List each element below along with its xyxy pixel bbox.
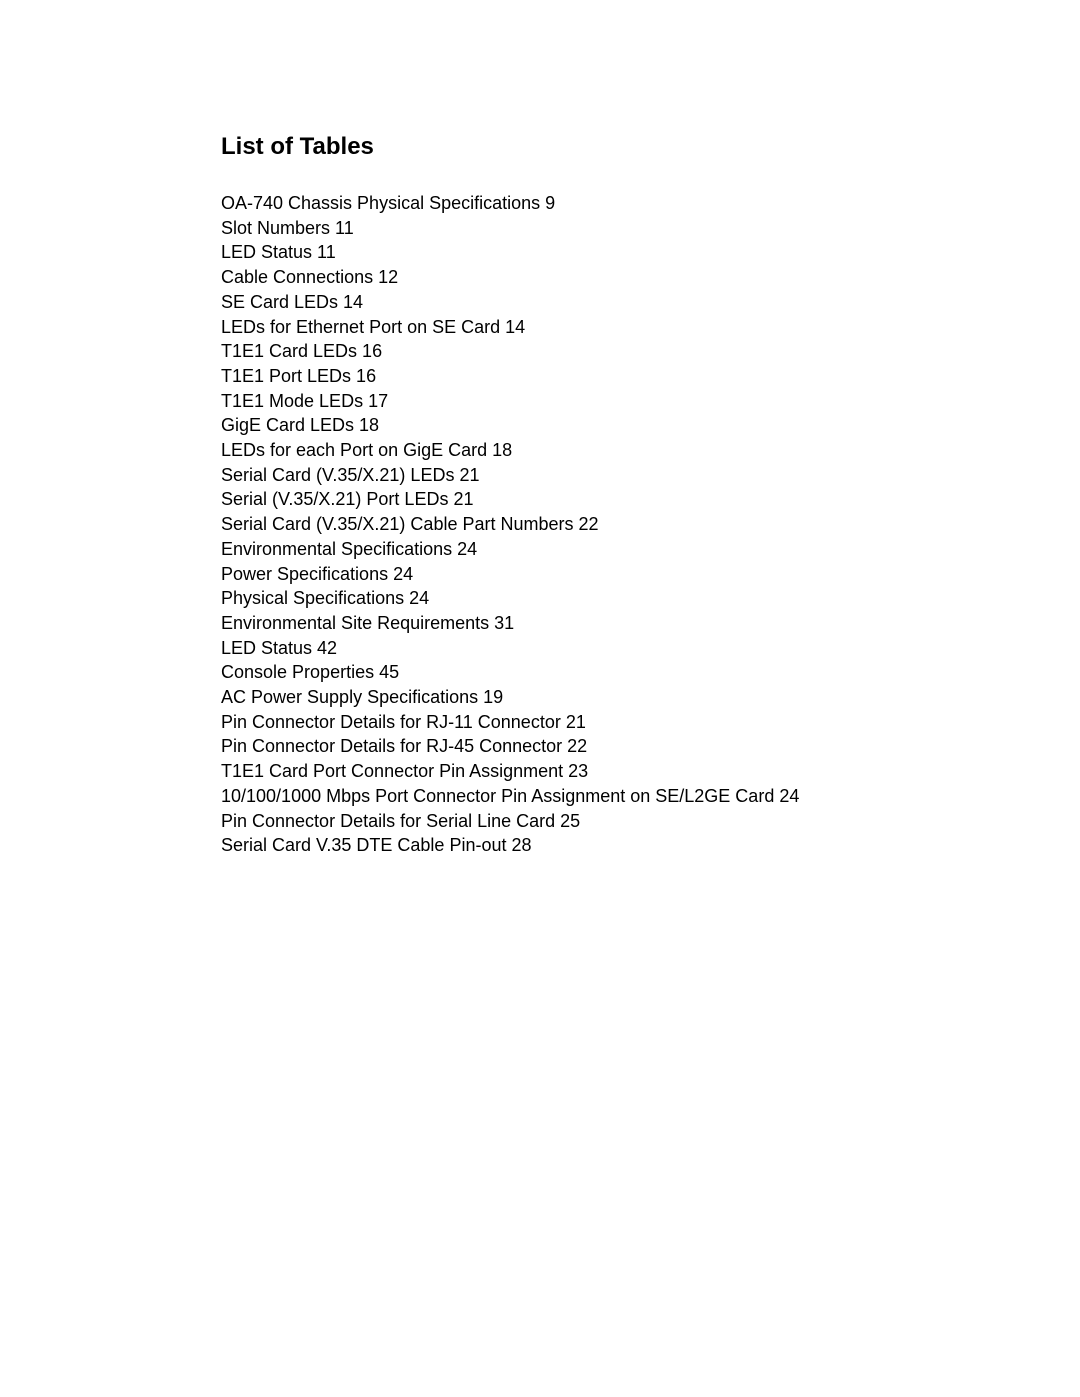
toc-entry[interactable]: Physical Specifications 24	[221, 586, 961, 611]
toc-entry[interactable]: LED Status 11	[221, 240, 961, 265]
toc-entry[interactable]: LEDs for Ethernet Port on SE Card 14	[221, 315, 961, 340]
toc-entry[interactable]: Serial (V.35/X.21) Port LEDs 21	[221, 487, 961, 512]
toc-entry[interactable]: Pin Connector Details for RJ-45 Connecto…	[221, 734, 961, 759]
toc-entry[interactable]: LED Status 42	[221, 636, 961, 661]
toc-entry[interactable]: Environmental Specifications 24	[221, 537, 961, 562]
toc-entry[interactable]: Serial Card V.35 DTE Cable Pin-out 28	[221, 833, 961, 858]
toc-entry[interactable]: AC Power Supply Specifications 19	[221, 685, 961, 710]
toc-entry[interactable]: Power Specifications 24	[221, 562, 961, 587]
toc-entry[interactable]: 10/100/1000 Mbps Port Connector Pin Assi…	[221, 784, 961, 809]
toc-entry[interactable]: Console Properties 45	[221, 660, 961, 685]
toc-entry[interactable]: Environmental Site Requirements 31	[221, 611, 961, 636]
toc-entry[interactable]: SE Card LEDs 14	[221, 290, 961, 315]
page-content: List of Tables OA-740 Chassis Physical S…	[221, 133, 961, 858]
toc-entry[interactable]: GigE Card LEDs 18	[221, 413, 961, 438]
list-of-tables: OA-740 Chassis Physical Specifications 9…	[221, 191, 961, 858]
toc-entry[interactable]: OA-740 Chassis Physical Specifications 9	[221, 191, 961, 216]
page-title: List of Tables	[221, 133, 374, 160]
toc-entry[interactable]: Pin Connector Details for RJ-11 Connecto…	[221, 710, 961, 735]
toc-entry[interactable]: T1E1 Card Port Connector Pin Assignment …	[221, 759, 961, 784]
toc-entry[interactable]: T1E1 Port LEDs 16	[221, 364, 961, 389]
toc-entry[interactable]: Serial Card (V.35/X.21) LEDs 21	[221, 463, 961, 488]
toc-entry[interactable]: T1E1 Mode LEDs 17	[221, 389, 961, 414]
document-page: List of Tables OA-740 Chassis Physical S…	[0, 0, 1080, 1397]
toc-entry[interactable]: Serial Card (V.35/X.21) Cable Part Numbe…	[221, 512, 961, 537]
toc-entry[interactable]: Cable Connections 12	[221, 265, 961, 290]
toc-entry[interactable]: LEDs for each Port on GigE Card 18	[221, 438, 961, 463]
toc-entry[interactable]: T1E1 Card LEDs 16	[221, 339, 961, 364]
toc-entry[interactable]: Pin Connector Details for Serial Line Ca…	[221, 809, 961, 834]
toc-entry[interactable]: Slot Numbers 11	[221, 216, 961, 241]
